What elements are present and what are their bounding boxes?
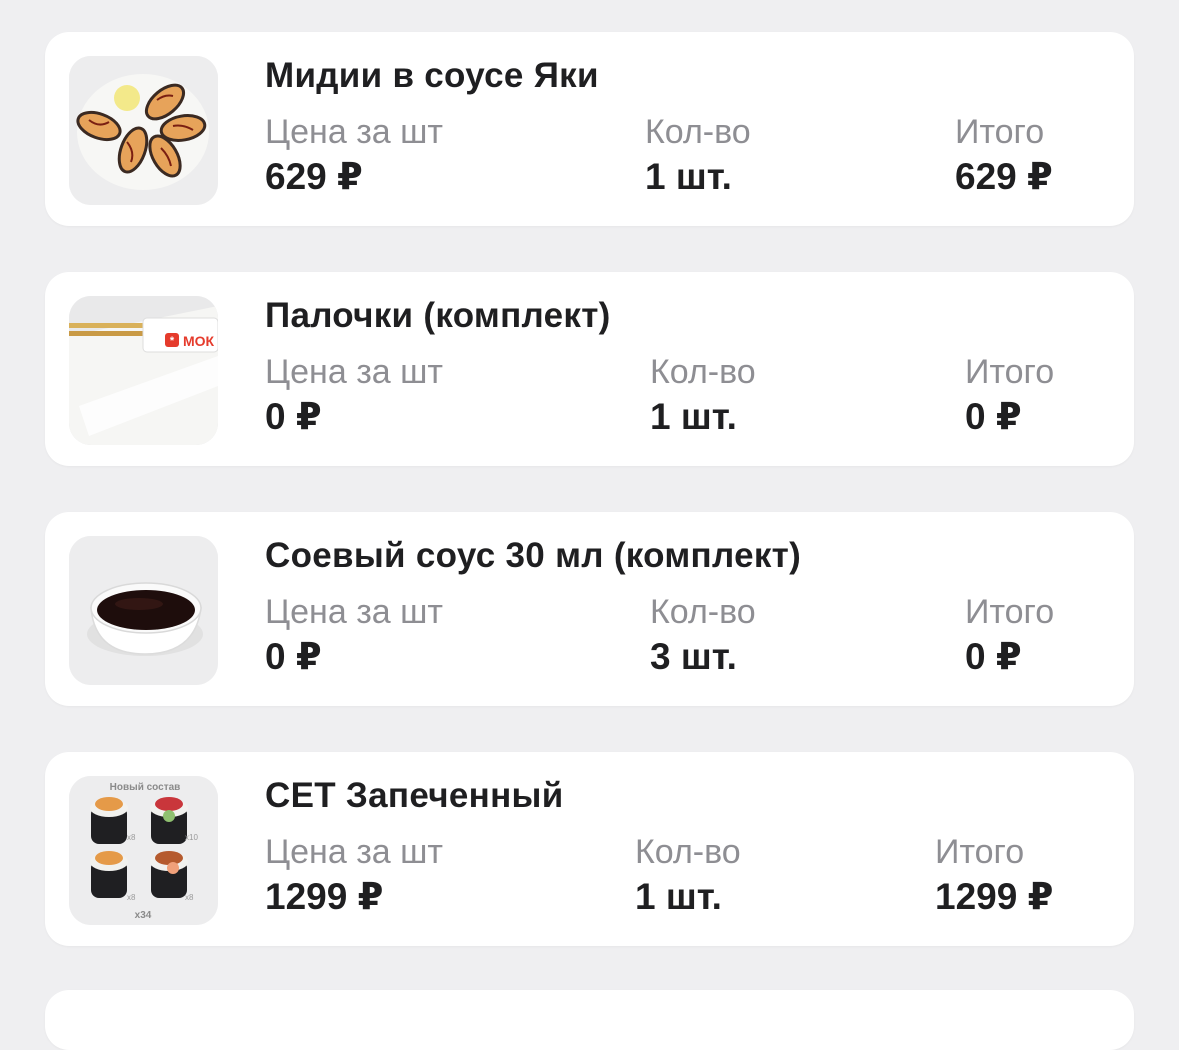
total-value: 1299 ₽ xyxy=(935,876,1054,917)
quantity-value: 1 шт. xyxy=(650,396,737,437)
chopsticks-image-icon: * МОК xyxy=(69,296,218,445)
quantity-label: Кол-во xyxy=(645,113,751,151)
price-column: Цена за шт 0 ₽ xyxy=(265,592,443,682)
price-value: 0 ₽ xyxy=(265,636,322,677)
order-item-card[interactable]: Соевый соус 30 мл (комплект) Цена за шт … xyxy=(45,512,1134,706)
price-column: Цена за шт 629 ₽ xyxy=(265,112,443,202)
price-value: 0 ₽ xyxy=(265,396,322,437)
quantity-column: Кол-во 1 шт. xyxy=(650,352,756,442)
total-value: 629 ₽ xyxy=(955,156,1053,197)
quantity-label: Кол-во xyxy=(650,353,756,391)
price-value: 629 ₽ xyxy=(265,156,363,197)
total-column: Итого 629 ₽ xyxy=(955,112,1053,202)
sushi-count-text: x34 xyxy=(135,910,152,921)
item-name: СЕТ Запеченный xyxy=(265,776,564,815)
quantity-column: Кол-во 3 шт. xyxy=(650,592,756,682)
total-label: Итого xyxy=(935,833,1025,871)
total-column: Итого 0 ₽ xyxy=(965,352,1054,442)
price-label: Цена за шт xyxy=(265,353,443,391)
item-name: Палочки (комплект) xyxy=(265,296,611,335)
total-value: 0 ₽ xyxy=(965,396,1022,437)
price-label: Цена за шт xyxy=(265,833,443,871)
order-item-card[interactable]: Мидии в соусе Яки Цена за шт 629 ₽ Кол-в… xyxy=(45,32,1134,226)
order-item-card[interactable]: Новый состав x8 x10 x8 x8 x34 СЕТ Запече… xyxy=(45,752,1134,946)
total-label: Итого xyxy=(965,353,1055,391)
total-label: Итого xyxy=(965,593,1055,631)
price-label: Цена за шт xyxy=(265,113,443,151)
mussels-image-icon xyxy=(69,56,218,205)
chopsticks-brand-text: МОК xyxy=(183,333,215,349)
price-column: Цена за шт 0 ₽ xyxy=(265,352,443,442)
quantity-value: 3 шт. xyxy=(650,636,737,677)
quantity-value: 1 шт. xyxy=(645,156,732,197)
soy-sauce-image-icon xyxy=(69,536,218,685)
sushi-portion-text: x10 xyxy=(185,833,198,842)
item-name: Соевый соус 30 мл (комплект) xyxy=(265,536,802,575)
sushi-set-image-icon: Новый состав x8 x10 x8 x8 x34 xyxy=(69,776,218,925)
sushi-portion-text: x8 xyxy=(127,833,136,842)
price-value: 1299 ₽ xyxy=(265,876,384,917)
quantity-column: Кол-во 1 шт. xyxy=(645,112,751,202)
order-item-card[interactable]: * МОК Палочки (комплект) Цена за шт 0 ₽ … xyxy=(45,272,1134,466)
sushi-badge-text: Новый состав xyxy=(110,782,181,793)
quantity-value: 1 шт. xyxy=(635,876,722,917)
order-items-list: Мидии в соусе Яки Цена за шт 629 ₽ Кол-в… xyxy=(45,32,1134,992)
total-label: Итого xyxy=(955,113,1045,151)
quantity-column: Кол-во 1 шт. xyxy=(635,832,741,922)
sushi-portion-text: x8 xyxy=(127,893,136,902)
quantity-label: Кол-во xyxy=(635,833,741,871)
quantity-label: Кол-во xyxy=(650,593,756,631)
price-label: Цена за шт xyxy=(265,593,443,631)
sushi-portion-text: x8 xyxy=(185,893,194,902)
svg-text:*: * xyxy=(170,335,175,347)
total-column: Итого 1299 ₽ xyxy=(935,832,1053,922)
total-value: 0 ₽ xyxy=(965,636,1022,677)
total-column: Итого 0 ₽ xyxy=(965,592,1054,682)
order-item-card-partial[interactable] xyxy=(45,990,1134,1050)
price-column: Цена за шт 1299 ₽ xyxy=(265,832,443,922)
item-name: Мидии в соусе Яки xyxy=(265,56,599,95)
